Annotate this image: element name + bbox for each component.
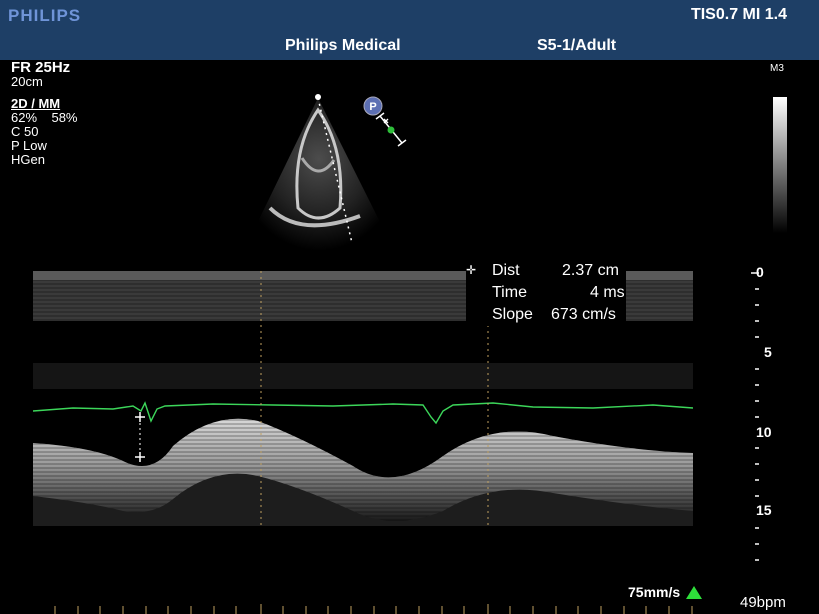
time-label: Time <box>492 284 527 301</box>
sweep-speed: 75mm/s <box>628 584 681 600</box>
time-value: 4 ms <box>590 284 625 301</box>
image-depth: 20cm <box>11 74 43 89</box>
slope-value: 673 cm/s <box>551 306 616 323</box>
depth-label-0: 0 <box>756 264 764 280</box>
probe-marker-icon: P <box>363 96 407 147</box>
institution-title: Philips Medical <box>285 37 401 54</box>
heart-rate: 49bpm <box>740 594 786 611</box>
depth-label-10: 10 <box>756 424 772 440</box>
dist-value: 2.37 cm <box>562 262 619 279</box>
measurement-readout: ✛ Dist 2.37 cm Time 4 ms Slope 673 cm/s <box>466 260 626 326</box>
depth-label-5: 5 <box>764 344 772 360</box>
gain-values: 62% 58% <box>11 110 78 125</box>
imaging-mode: 2D / MM <box>11 96 61 111</box>
sweep-indicator-icon <box>686 586 702 599</box>
time-ticks <box>54 604 693 614</box>
tis-mi-readout: TIS0.7 MI 1.4 <box>690 6 787 23</box>
probe-marker-letter: P <box>369 101 376 113</box>
frame-rate: FR 25Hz <box>11 59 71 76</box>
header-bar: PHILIPS TIS0.7 MI 1.4 Philips Medical S5… <box>0 0 819 60</box>
dist-label: Dist <box>492 262 520 279</box>
power-level: P Low <box>11 138 47 153</box>
compression: C 50 <box>11 124 39 139</box>
grayscale-bar <box>773 97 787 233</box>
caliper-icon: ✛ <box>466 263 477 277</box>
frequency-setting: HGen <box>11 152 45 167</box>
gray-map-label: M3 <box>770 63 784 74</box>
slope-label: Slope <box>492 306 533 323</box>
probe-preset: S5-1/Adult <box>537 37 617 54</box>
imaging-parameters: FR 25Hz 20cm 2D / MM 62% 58% C 50 P Low … <box>11 59 78 167</box>
depth-label-15: 15 <box>756 502 772 518</box>
philips-logo: PHILIPS <box>8 6 82 25</box>
